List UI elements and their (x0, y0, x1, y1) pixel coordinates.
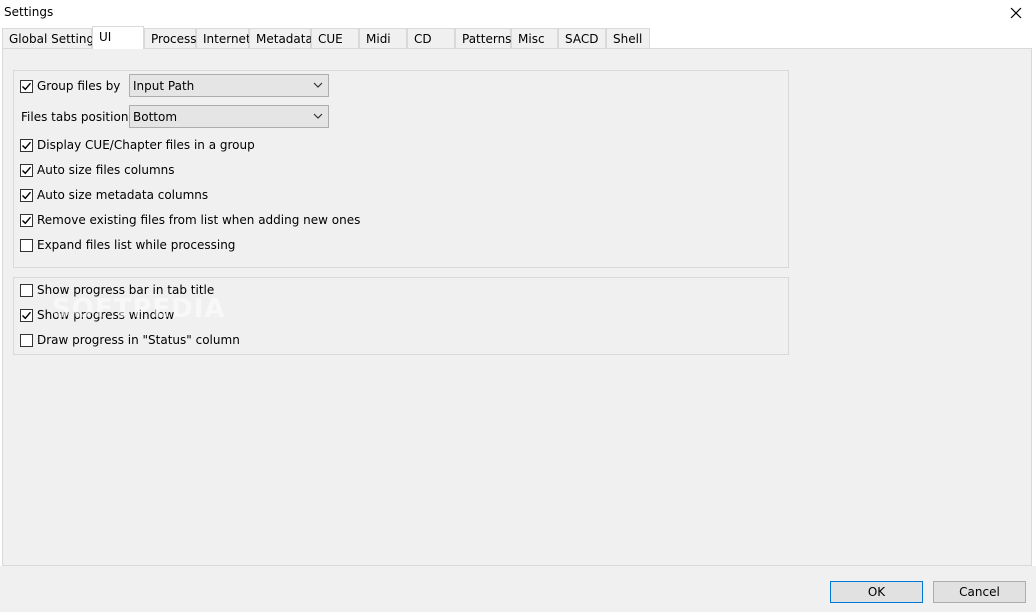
checkbox-box[interactable] (20, 79, 33, 93)
chevron-down-icon (313, 113, 323, 119)
checkbox-box[interactable] (20, 138, 33, 152)
checkmark-icon (22, 311, 32, 319)
checkbox-box[interactable] (20, 188, 33, 202)
group-files-by-checkbox[interactable]: Group files by (20, 77, 120, 95)
checkbox-label: Group files by (37, 79, 121, 93)
ok-button[interactable]: OK (830, 581, 923, 603)
checkbox-box[interactable] (20, 213, 33, 227)
title-bar: Settings (0, 0, 1036, 26)
auto-size-files-checkbox[interactable]: Auto size files columns (20, 161, 175, 179)
progress-bar-tab-checkbox[interactable]: Show progress bar in tab title (20, 281, 214, 299)
close-icon (1010, 7, 1022, 19)
checkmark-icon (22, 82, 32, 90)
progress-status-checkbox[interactable]: Draw progress in "Status" column (20, 331, 240, 349)
tab-internet[interactable]: Internet (196, 28, 251, 48)
remove-existing-checkbox[interactable]: Remove existing files from list when add… (20, 211, 360, 229)
display-cue-checkbox[interactable]: Display CUE/Chapter files in a group (20, 136, 255, 154)
checkbox-box[interactable] (20, 283, 33, 297)
tab-strip: Global Settings UI Process Internet Meta… (2, 26, 1034, 49)
checkbox-label: Auto size files columns (37, 163, 175, 177)
tab-shell[interactable]: Shell (606, 28, 650, 48)
checkbox-box[interactable] (20, 163, 33, 177)
checkbox-label: Auto size metadata columns (37, 188, 209, 202)
tab-metadata[interactable]: Metadata (249, 28, 313, 48)
tab-process[interactable]: Process (144, 28, 197, 48)
checkbox-box[interactable] (20, 333, 33, 347)
checkbox-box[interactable] (20, 238, 33, 252)
checkmark-icon (22, 216, 32, 224)
tab-patterns[interactable]: Patterns (455, 28, 511, 48)
tab-cd[interactable]: CD (407, 28, 455, 48)
tab-misc[interactable]: Misc (511, 28, 558, 48)
tab-cue[interactable]: CUE (311, 28, 359, 48)
checkbox-label: Expand files list while processing (37, 238, 236, 252)
checkmark-icon (22, 141, 32, 149)
progress-window-checkbox[interactable]: Show progress window (20, 306, 174, 324)
close-button[interactable] (996, 0, 1036, 26)
checkbox-label: Display CUE/Chapter files in a group (37, 138, 255, 152)
checkbox-label: Draw progress in "Status" column (37, 333, 240, 347)
cancel-button[interactable]: Cancel (933, 581, 1026, 603)
checkbox-box[interactable] (20, 308, 33, 322)
chevron-down-icon (313, 82, 323, 88)
checkbox-label: Show progress window (37, 308, 175, 322)
files-tabs-position-label: Files tabs position (21, 110, 129, 124)
expand-list-checkbox[interactable]: Expand files list while processing (20, 236, 235, 254)
checkmark-icon (22, 166, 32, 174)
tab-sacd[interactable]: SACD (558, 28, 606, 48)
checkbox-label: Show progress bar in tab title (37, 283, 215, 297)
dropdown-value: Input Path (133, 78, 195, 93)
tab-global-settings[interactable]: Global Settings (2, 28, 100, 48)
window-title: Settings (4, 5, 54, 19)
group-files-by-dropdown[interactable]: Input Path (129, 74, 329, 97)
checkbox-label: Remove existing files from list when add… (37, 213, 361, 227)
auto-size-metadata-checkbox[interactable]: Auto size metadata columns (20, 186, 208, 204)
tab-midi[interactable]: Midi (359, 28, 407, 48)
checkmark-icon (22, 191, 32, 199)
files-tabs-position-dropdown[interactable]: Bottom (129, 105, 329, 128)
dropdown-value: Bottom (133, 109, 178, 124)
tab-ui[interactable]: UI (92, 26, 144, 49)
